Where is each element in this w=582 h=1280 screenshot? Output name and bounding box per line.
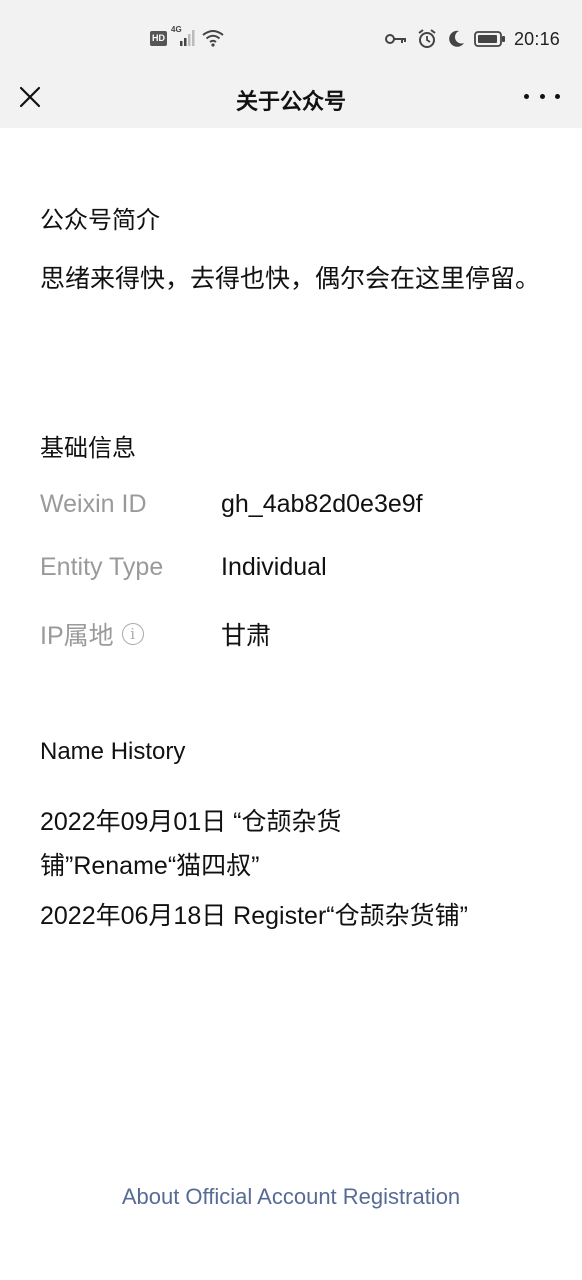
alarm-icon (416, 28, 438, 50)
weixin-id-label: Weixin ID (40, 490, 147, 518)
history-entry-1-line-2: 铺”Rename“猫四叔” (40, 852, 260, 880)
info-row-entity-type: Entity Type Individual (40, 553, 550, 593)
ip-location-value: 甘肃 (221, 622, 272, 650)
info-row-weixin-id: Weixin ID gh_4ab82d0e3e9f (40, 490, 550, 530)
weixin-id-value: gh_4ab82d0e3e9f (221, 490, 423, 518)
entity-type-label: Entity Type (40, 553, 164, 581)
entity-type-value: Individual (221, 553, 327, 581)
hd-icon: HD (150, 30, 167, 46)
status-time: 20:16 (513, 28, 560, 49)
moon-icon (446, 29, 466, 49)
more-dot (555, 93, 560, 99)
registration-info-link[interactable]: About Official Account Registration (0, 1184, 582, 1210)
ip-location-label-group: IP属地 i (40, 616, 144, 652)
key-icon (384, 29, 408, 49)
info-row-ip-location: IP属地 i 甘肃 (40, 616, 550, 656)
basic-info-heading: 基础信息 (40, 434, 136, 462)
nav-bar: 关于公众号 (0, 82, 582, 128)
signal-icon: 4G (171, 25, 197, 48)
history-entry-2: 2022年06月18日 Register“仓颉杂货铺” (40, 902, 468, 930)
intro-text: 思绪来得快，去得也快，偶尔会在这里停留。 (40, 264, 541, 293)
history-entry-1-line-1: 2022年09月01日 “仓颉杂货 (40, 808, 342, 836)
more-dot (539, 93, 545, 99)
status-left: HD 4G (150, 25, 225, 48)
info-icon[interactable]: i (121, 623, 144, 645)
status-bar: HD 4G 20:16 (0, 0, 582, 82)
wifi-icon (201, 28, 225, 48)
battery-icon (474, 30, 506, 48)
page-title: 关于公众号 (235, 90, 346, 115)
more-dot (524, 93, 529, 99)
status-right: 20:16 (384, 28, 560, 50)
more-button[interactable] (524, 86, 560, 106)
name-history-heading: Name History (40, 738, 186, 765)
ip-location-label: IP属地 (40, 622, 114, 650)
intro-heading: 公众号简介 (40, 206, 160, 234)
